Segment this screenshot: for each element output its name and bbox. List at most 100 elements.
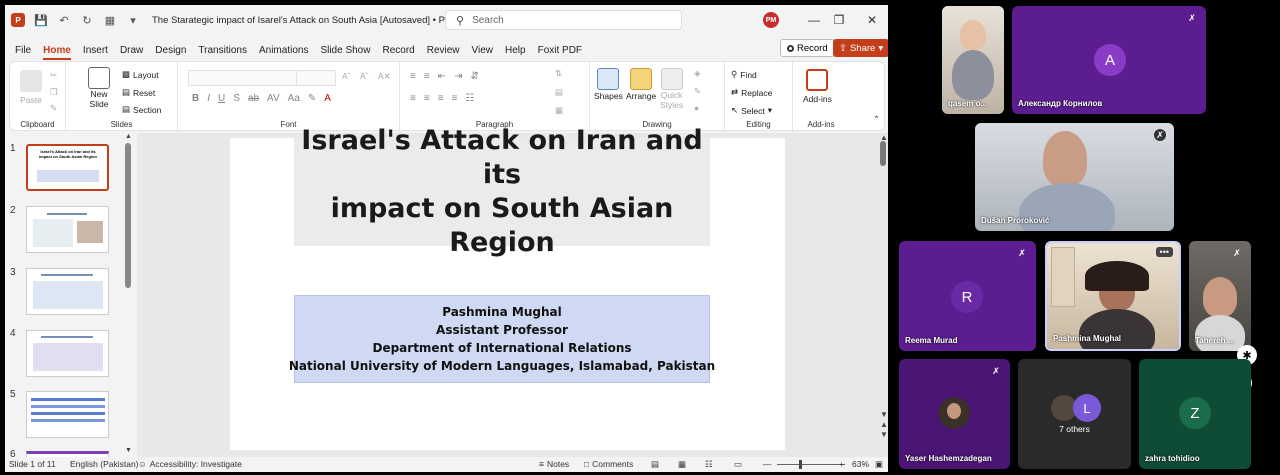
title-placeholder[interactable]: Israel's Attack on Iran and its impact o… [294, 125, 710, 258]
slideshow-view-icon[interactable]: ▭ [734, 459, 742, 470]
tab-insert[interactable]: Insert [77, 39, 114, 61]
select-button[interactable]: ↖ Select ▾ [731, 105, 772, 116]
scroll-up-icon[interactable]: ▲ [125, 133, 132, 140]
zoom-level[interactable]: 63% [852, 459, 869, 469]
shadow-icon[interactable]: S [233, 93, 240, 104]
language-indicator[interactable]: English (Pakistan) [70, 459, 139, 469]
close-icon[interactable]: ✕ [863, 11, 881, 29]
current-slide[interactable]: Israel's Attack on Iran and its impact o… [230, 125, 785, 450]
scroll-down-icon[interactable]: ▼ [880, 410, 888, 419]
fit-to-window-icon[interactable]: ▣ [875, 459, 883, 470]
author-text-box[interactable]: Pashmina Mughal Assistant Professor Depa… [289, 295, 715, 383]
cut-icon[interactable]: ✂ [50, 70, 57, 81]
shape-fill-icon[interactable]: ◈ [694, 68, 701, 79]
slide-thumbnail-1[interactable]: Israel's Attack on Iran and its impact o… [26, 144, 109, 191]
tab-transitions[interactable]: Transitions [192, 39, 253, 61]
copy-icon[interactable]: ❐ [50, 87, 58, 98]
undo-icon[interactable]: ↶ [57, 13, 71, 27]
zoom-slider[interactable] [777, 464, 845, 465]
replace-button[interactable]: ⇄ Replace [731, 87, 772, 98]
tab-animations[interactable]: Animations [253, 39, 314, 61]
decrease-font-icon[interactable]: Aˇ [360, 71, 369, 81]
text-direction-icon[interactable]: ⇅ [555, 68, 562, 79]
next-slide-icon[interactable]: ▼ [880, 430, 888, 439]
bullets-icon[interactable]: ≡ [410, 71, 416, 82]
customize-toolbar-icon[interactable]: ▾ [126, 13, 140, 27]
find-button[interactable]: ⚲ Find [731, 69, 757, 80]
slide-scrollbar[interactable] [880, 141, 886, 166]
section-button[interactable]: ▤ Section [122, 104, 161, 115]
new-slide-button[interactable]: New Slide [88, 67, 110, 109]
addins-button[interactable]: Add-ins [803, 69, 832, 104]
thumbnail-scrollbar[interactable] [125, 143, 131, 288]
user-avatar[interactable]: PM [763, 12, 779, 28]
strikethrough-icon[interactable]: ab [248, 93, 259, 104]
increase-indent-icon[interactable]: ⇥ [454, 71, 462, 82]
tab-foxit-pdf[interactable]: Foxit PDF [532, 39, 588, 61]
zoom-slider-thumb[interactable] [799, 460, 803, 469]
align-right-icon[interactable]: ≡ [438, 93, 444, 104]
highlight-icon[interactable]: ✎ [308, 93, 316, 104]
tab-help[interactable]: Help [499, 39, 532, 61]
align-center-icon[interactable]: ≡ [424, 93, 430, 104]
spacing-icon[interactable]: AV [267, 93, 280, 104]
slide-thumbnail-4[interactable] [26, 330, 109, 377]
line-spacing-icon[interactable]: ⇵ [470, 71, 478, 82]
reading-view-icon[interactable]: ☷ [705, 459, 713, 470]
slide-sorter-icon[interactable]: ▦ [678, 459, 686, 470]
font-color-icon[interactable]: A [324, 93, 331, 104]
zoom-out-icon[interactable]: — [763, 459, 772, 469]
paste-button[interactable]: Paste [20, 70, 42, 105]
shape-outline-icon[interactable]: ✎ [694, 86, 701, 97]
smartart-icon[interactable]: ▦ [555, 105, 563, 116]
format-painter-icon[interactable]: ✎ [50, 103, 57, 114]
more-options-icon[interactable]: ••• [1155, 247, 1173, 257]
align-text-icon[interactable]: ▤ [555, 87, 563, 98]
redo-icon[interactable]: ↻ [80, 13, 94, 27]
quick-styles-button[interactable]: Quick Styles [660, 68, 683, 110]
align-left-icon[interactable]: ≡ [410, 93, 416, 104]
notes-button[interactable]: ≡ Notes [539, 459, 569, 469]
bold-icon[interactable]: B [192, 93, 199, 104]
scroll-down-icon[interactable]: ▼ [125, 447, 132, 454]
participant-tile[interactable]: qasem o... [942, 6, 1004, 114]
search-input[interactable]: ⚲ Search [445, 10, 682, 30]
zoom-in-icon[interactable]: + [839, 459, 844, 469]
collapse-ribbon-icon[interactable]: ⌃ [873, 114, 880, 125]
participant-tile[interactable]: A ✗ Александр Корнилов [1012, 6, 1206, 114]
slide-thumbnail-3[interactable] [26, 268, 109, 315]
restore-icon[interactable]: ❐ [830, 11, 848, 29]
reset-button[interactable]: ▤ Reset [122, 87, 155, 98]
participant-tile[interactable]: ✗ Dušan Proroković [975, 123, 1174, 231]
layout-button[interactable]: ▩ Layout [122, 69, 159, 80]
case-icon[interactable]: Aa [288, 93, 300, 104]
tab-file[interactable]: File [5, 39, 37, 61]
slide-thumbnail-5[interactable] [26, 391, 109, 438]
previous-slide-icon[interactable]: ▲ [880, 420, 888, 429]
slide-thumbnail-2[interactable] [26, 206, 109, 253]
participant-tile[interactable]: R ✗ Reema Murad [899, 241, 1036, 351]
tab-slide-show[interactable]: Slide Show [314, 39, 376, 61]
participant-tile[interactable]: ✗ Tahereh ... [1189, 241, 1251, 351]
arrange-button[interactable]: Arrange [626, 68, 656, 101]
record-button[interactable]: Record [780, 39, 835, 57]
font-size-select[interactable] [296, 70, 336, 86]
numbering-icon[interactable]: ≡ [424, 71, 430, 82]
increase-font-icon[interactable]: Aˆ [342, 71, 351, 81]
shapes-button[interactable]: Shapes [594, 68, 623, 101]
tab-review[interactable]: Review [421, 39, 466, 61]
accessibility-indicator[interactable]: ☺ Accessibility: Investigate [138, 459, 242, 469]
comments-button[interactable]: □ Comments [584, 459, 633, 469]
underline-icon[interactable]: U [218, 93, 225, 104]
tab-home[interactable]: Home [37, 39, 77, 61]
participant-tile-speaking[interactable]: ••• Pashmina Mughal [1045, 241, 1181, 351]
normal-view-icon[interactable]: ▤ [651, 459, 659, 470]
others-tile[interactable]: L 7 others [1018, 359, 1131, 469]
shape-effects-icon[interactable]: ● [694, 103, 699, 113]
clear-formatting-icon[interactable]: A✕ [378, 71, 391, 82]
tab-design[interactable]: Design [149, 39, 192, 61]
share-button[interactable]: ⇧ Share ▾ [833, 39, 888, 57]
save-icon[interactable]: 💾 [34, 13, 48, 27]
columns-icon[interactable]: ☷ [465, 93, 474, 104]
decrease-indent-icon[interactable]: ⇤ [438, 71, 446, 82]
